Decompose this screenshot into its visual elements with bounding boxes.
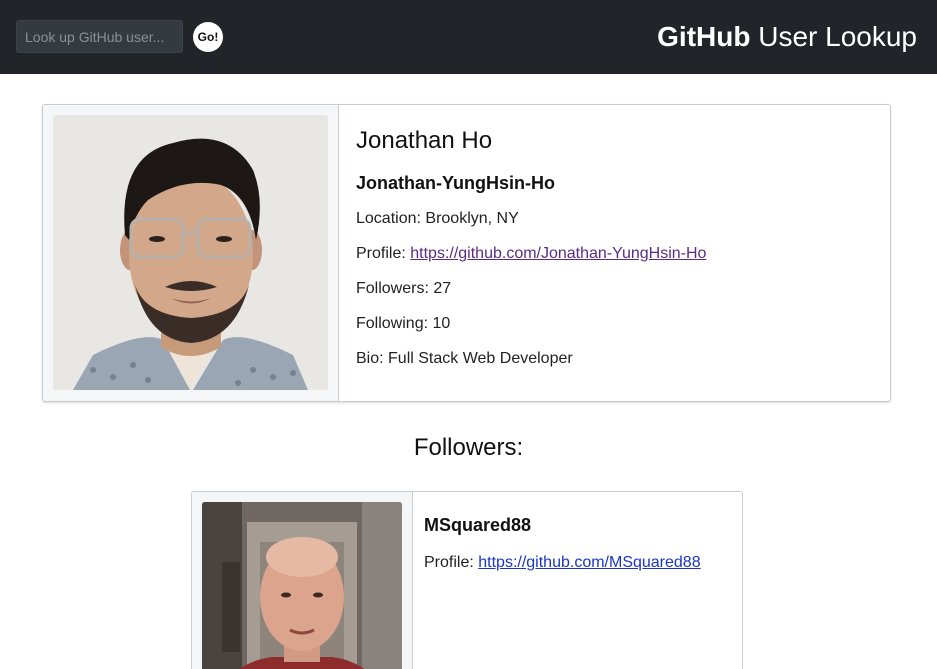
follower-login: MSquared88 [424, 515, 532, 535]
follower-photo-frame [192, 492, 413, 669]
user-bio: Bio: Full Stack Web Developer [356, 349, 876, 369]
profile-label: Profile: [356, 245, 411, 262]
follower-avatar [202, 502, 402, 669]
location-value: Brooklyn, NY [425, 210, 519, 227]
user-photo-frame [43, 105, 339, 401]
follower-info: MSquared88 Profile: https://github.com/M… [424, 514, 734, 573]
user-followers: Followers: 27 [356, 279, 876, 299]
go-button[interactable]: Go! [193, 22, 223, 52]
brand-title: GitHub User Lookup [657, 18, 917, 56]
following-count: 10 [432, 315, 451, 332]
user-following: Following: 10 [356, 314, 876, 334]
follower-profile-label: Profile: [424, 554, 479, 571]
user-profile: Profile: https://github.com/Jonathan-Yun… [356, 244, 876, 264]
user-profile-link[interactable]: https://github.com/Jonathan-YungHsin-Ho [410, 245, 706, 262]
followers-label: Followers: [356, 280, 434, 297]
brand-title-bold: GitHub [657, 21, 751, 52]
location-label: Location: [356, 210, 426, 227]
brand-title-rest: User Lookup [750, 21, 917, 52]
user-login: Jonathan-YungHsin-Ho [356, 173, 555, 193]
user-location: Location: Brooklyn, NY [356, 209, 876, 229]
following-label: Following: [356, 315, 433, 332]
user-avatar-image [53, 115, 328, 390]
followers-count: 27 [433, 280, 452, 297]
follower-avatar-image [202, 502, 402, 669]
user-info: Jonathan Ho Jonathan-YungHsin-Ho Locatio… [356, 127, 876, 369]
user-avatar [53, 115, 328, 390]
follower-profile-link[interactable]: https://github.com/MSquared88 [478, 554, 700, 571]
bio-label: Bio: [356, 350, 389, 367]
followers-heading: Followers: [413, 434, 524, 461]
follower-profile: Profile: https://github.com/MSquared88 [424, 553, 734, 573]
search-input[interactable] [16, 20, 183, 53]
navbar: Go! GitHub User Lookup [0, 0, 937, 74]
user-name: Jonathan Ho [356, 127, 493, 154]
follower-card: MSquared88 Profile: https://github.com/M… [191, 491, 743, 669]
bio-value: Full Stack Web Developer [388, 350, 573, 367]
user-card: Jonathan Ho Jonathan-YungHsin-Ho Locatio… [42, 104, 891, 402]
